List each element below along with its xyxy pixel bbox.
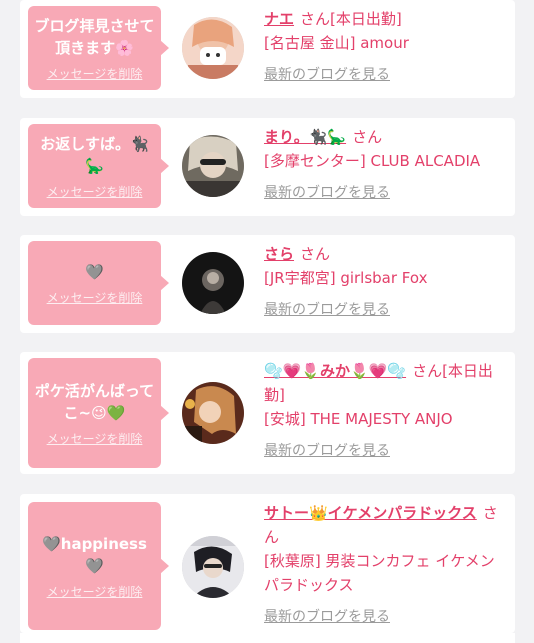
avatar[interactable] <box>182 382 244 444</box>
message-bubble: 🩶happiness🩶 メッセージを削除 <box>28 502 169 630</box>
cast-name-link[interactable]: サトー👑イケメンパラドックス <box>264 504 477 522</box>
cast-info: 🫧💗🌷みか🌷💗🫧 さん[本日出勤] [安城] THE MAJESTY ANJO 最… <box>264 359 503 463</box>
shop-name[interactable]: [秋葉原] 男装コンカフェ イケメンパラドックス <box>264 549 503 597</box>
cast-info: さら さん [JR宇都宮] girlsbar Fox 最新のブログを見る <box>264 242 503 322</box>
message-text: お返しすば。🐈‍⬛🦕 <box>40 134 149 175</box>
cast-status: さん[本日出勤] <box>300 10 402 28</box>
message-bubble: お返しすば。🐈‍⬛🦕 メッセージを削除 <box>28 124 169 208</box>
message-bubble: 🩶 メッセージを削除 <box>28 241 169 325</box>
delete-message-link[interactable]: メッセージを削除 <box>47 65 143 82</box>
message-bubble: ブログ拝見させて頂きます🌸 メッセージを削除 <box>28 6 169 90</box>
delete-message-link[interactable]: メッセージを削除 <box>47 289 143 306</box>
shop-name[interactable]: [名古屋 金山] amour <box>264 31 503 55</box>
latest-blog-link[interactable]: 最新のブログを見る <box>264 298 390 322</box>
message-card: ブログ拝見させて頂きます🌸 メッセージを削除 ナエ さん[本日出勤] [名古屋 金… <box>20 0 515 98</box>
message-text: 🩶happiness🩶 <box>42 534 147 575</box>
message-card: 🩶happiness🩶 メッセージを削除 サトー👑イケメンパラドックス さん [秋… <box>20 494 515 633</box>
avatar[interactable] <box>182 536 244 598</box>
cast-info: ナエ さん[本日出勤] [名古屋 金山] amour 最新のブログを見る <box>264 7 503 87</box>
latest-blog-link[interactable]: 最新のブログを見る <box>264 439 390 463</box>
cast-info: サトー👑イケメンパラドックス さん [秋葉原] 男装コンカフェ イケメンパラドック… <box>264 501 503 629</box>
avatar[interactable] <box>182 252 244 314</box>
next-card-edge <box>20 633 515 643</box>
avatar[interactable] <box>182 17 244 79</box>
message-card: 🩶 メッセージを削除 さら さん [JR宇都宮] girlsbar Fox 最新の… <box>20 235 515 333</box>
latest-blog-link[interactable]: 最新のブログを見る <box>264 63 390 87</box>
cast-name-link[interactable]: ナエ <box>264 10 294 28</box>
shop-name[interactable]: [多摩センター] CLUB ALCADIA <box>264 149 503 173</box>
message-text: ブログ拝見させて頂きます🌸 <box>34 16 155 57</box>
shop-name[interactable]: [安城] THE MAJESTY ANJO <box>264 407 503 431</box>
cast-info: まり。🐈‍⬛🦕 さん [多摩センター] CLUB ALCADIA 最新のブログを見… <box>264 125 503 205</box>
message-text: 🩶 <box>85 262 104 281</box>
cast-name-link[interactable]: さら <box>264 245 294 263</box>
message-card: お返しすば。🐈‍⬛🦕 メッセージを削除 まり。🐈‍⬛🦕 さん [多摩センター] C… <box>20 118 515 216</box>
avatar[interactable] <box>182 135 244 197</box>
delete-message-link[interactable]: メッセージを削除 <box>47 183 143 200</box>
cast-name-link[interactable]: まり。🐈‍⬛🦕 <box>264 128 346 146</box>
cast-name-link[interactable]: 🫧💗🌷みか🌷💗🫧 <box>264 362 406 380</box>
cast-status: さん <box>352 128 383 146</box>
message-card: ポケ活がんばってこ~😉💚 メッセージを削除 🫧💗🌷みか🌷💗🫧 さん[本日出勤] [… <box>20 352 515 474</box>
message-text: ポケ活がんばってこ~😉💚 <box>34 381 155 422</box>
shop-name[interactable]: [JR宇都宮] girlsbar Fox <box>264 266 503 290</box>
latest-blog-link[interactable]: 最新のブログを見る <box>264 181 390 205</box>
delete-message-link[interactable]: メッセージを削除 <box>47 583 143 600</box>
delete-message-link[interactable]: メッセージを削除 <box>47 430 143 447</box>
cast-status: さん <box>300 245 331 263</box>
latest-blog-link[interactable]: 最新のブログを見る <box>264 605 390 629</box>
message-bubble: ポケ活がんばってこ~😉💚 メッセージを削除 <box>28 358 169 468</box>
